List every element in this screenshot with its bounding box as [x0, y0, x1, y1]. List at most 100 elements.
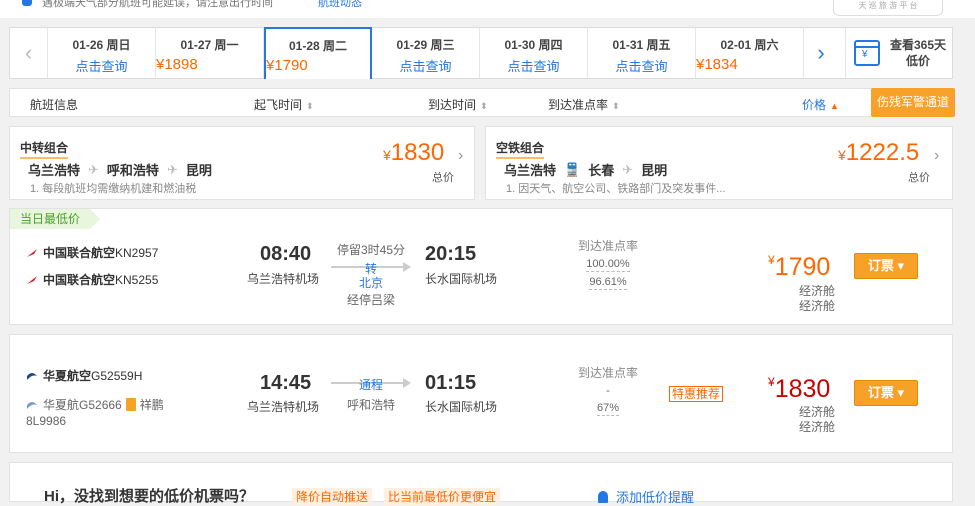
- notice-bar: 遇极端天气部分航班可能延误，请注意出行时间 航班动态 天 巡 旅 游 平 台: [0, 0, 975, 18]
- china-united-logo-icon: [27, 275, 37, 284]
- combo-price: ¥1830: [383, 139, 445, 166]
- combo-note: 1. 每段航班均需缴纳机建和燃油税: [30, 183, 197, 195]
- date-cell[interactable]: 01-26 周日 点击查询: [48, 28, 156, 78]
- date-list: 01-26 周日 点击查询 01-27 周一 ¥1898 01-28 周二 ¥1790 01…: [48, 27, 804, 79]
- on-time-value: -: [606, 385, 610, 397]
- military-channel-button[interactable]: 伤残军警通道: [871, 88, 955, 117]
- partner-logo: 天 巡 旅 游 平 台: [833, 0, 943, 16]
- date-cell[interactable]: 02-01 周六 ¥1834: [696, 28, 804, 78]
- chevron-right-icon: ›: [458, 147, 464, 164]
- date-query-link: 点击查询: [75, 59, 128, 74]
- arrival-time: 20:15: [425, 243, 477, 265]
- date-query-link: 点击查询: [399, 59, 452, 74]
- combo-route: 乌兰浩特 ✈ 呼和浩特 ✈ 昆明: [28, 161, 212, 179]
- prev-dates-button[interactable]: ‹: [10, 28, 48, 78]
- plane-icon: ✈: [622, 161, 634, 177]
- transfer-label: 转: [364, 262, 377, 276]
- route-middle: 通程 呼和浩特: [331, 374, 411, 413]
- arrival-airport: 长水国际机场: [425, 272, 498, 286]
- special-offer-badge: 特惠推荐: [669, 386, 724, 402]
- low-price-calendar-button[interactable]: ¥ 查看365天 低价: [845, 28, 953, 78]
- flight-card: 当日最低价 中国联合航空 KN2957 中国联合航空 KN5255 08:40 乌兰…: [9, 208, 953, 325]
- china-united-logo-icon: [27, 248, 37, 257]
- flight-price: ¥1790: [768, 253, 831, 281]
- date-label: 02-01 周六: [720, 38, 779, 52]
- combo-title: 中转组合: [20, 141, 69, 159]
- transfer-combo-card[interactable]: 中转组合 乌兰浩特 ✈ 呼和浩特 ✈ 昆明 1. 每段航班均需缴纳机建和燃油税 …: [9, 126, 475, 200]
- combo-note: 1. 因天气、航空公司、铁路部门及突发事件...: [506, 183, 726, 195]
- next-dates-button[interactable]: ›: [807, 28, 835, 78]
- combo-total-label: 总价: [908, 172, 930, 184]
- via-stop: 经停吕梁: [346, 293, 395, 307]
- add-price-alert-link[interactable]: 添加低价提醒: [598, 487, 694, 506]
- date-price: ¥1834: [696, 56, 738, 73]
- china-express-logo-icon: [27, 401, 37, 409]
- date-selector: ‹ 01-26 周日 点击查询 01-27 周一 ¥1898 01-28 周二 ¥1790…: [9, 27, 953, 79]
- chevron-right-icon: ›: [934, 147, 940, 164]
- calendar-label-line2: 低价: [906, 54, 931, 68]
- arrival-airport: 长水国际机场: [425, 400, 498, 414]
- sort-price[interactable]: 价格 ▲: [802, 96, 839, 113]
- date-price: ¥1790: [266, 57, 308, 74]
- stopover-duration: 停留3时45分: [336, 243, 406, 257]
- train-icon: 🚆: [564, 161, 581, 177]
- arrival-time: 01:15: [425, 372, 477, 394]
- lowest-price-tag: 当日最低价: [10, 209, 101, 229]
- sort-flight-info: 航班信息: [30, 98, 79, 112]
- air-rail-combo-card[interactable]: 空铁组合 乌兰浩特 🚆 长春 ✈ 昆明 1. 因天气、航空公司、铁路部门及突发事…: [485, 126, 953, 200]
- sort-dep-time[interactable]: 起飞时间 ⬍: [254, 96, 314, 113]
- calendar-label-line1: 查看365天: [890, 38, 947, 52]
- on-time-rate: 到达准点率 100.00% 96.61%: [577, 239, 638, 290]
- banner-tag: 降价自动推送: [292, 488, 373, 505]
- combo-total-label: 总价: [432, 172, 454, 184]
- on-time-value: 67%: [596, 402, 620, 416]
- flight-price: ¥1830: [768, 375, 831, 403]
- departure-airport: 乌兰浩特机场: [247, 272, 320, 286]
- plane-icon: ✈: [166, 161, 178, 177]
- sort-arrows-icon: ⬍: [612, 101, 620, 111]
- on-time-value: 100.00%: [586, 258, 630, 272]
- notice-link[interactable]: 航班动态: [318, 0, 362, 10]
- date-cell[interactable]: 01-31 周五 点击查询: [588, 28, 696, 78]
- notice-text: 遇极端天气部分航班可能延误，请注意出行时间: [42, 0, 273, 9]
- date-cell[interactable]: 01-28 周二 ¥1790: [264, 27, 372, 79]
- flight-card: 华夏航空 G52559H 华夏航 G52666 祥鹏 8L9986 14:45 乌兰…: [9, 334, 953, 453]
- departure-time: 08:40: [260, 243, 312, 265]
- date-label: 01-26 周日: [72, 38, 131, 52]
- sort-on-time[interactable]: 到达准点率 ⬍: [548, 96, 620, 113]
- airline-row[interactable]: 华夏航空 G52559H: [26, 367, 142, 384]
- banner-tag: 比当前最低价更便宜: [384, 488, 501, 505]
- book-button[interactable]: 订票 ▾: [854, 253, 918, 279]
- stop-city: 呼和浩特: [346, 398, 395, 412]
- sort-arr-time[interactable]: 到达时间 ⬍: [428, 96, 488, 113]
- date-query-link: 点击查询: [507, 59, 560, 74]
- price-alert-banner: Hi，没找到想要的低价机票吗？ 降价自动推送 比当前最低价更便宜 添加低价提醒: [9, 462, 953, 505]
- airline-row[interactable]: 华夏航 G52666 祥鹏: [26, 396, 164, 413]
- date-label: 01-27 周一: [180, 38, 239, 52]
- route-middle: 停留3时45分 转 北京 经停吕梁: [331, 241, 411, 308]
- route-arrow: 转: [331, 260, 411, 276]
- banner-question: Hi，没找到想要的低价机票吗？: [44, 488, 255, 505]
- airline-row[interactable]: 中国联合航空 KN2957: [26, 244, 158, 261]
- date-cell[interactable]: 01-27 周一 ¥1898: [156, 28, 264, 78]
- calendar-icon: ¥: [854, 40, 880, 66]
- departure-airport: 乌兰浩特机场: [247, 400, 320, 414]
- date-price: ¥1898: [156, 56, 198, 73]
- lucky-air-logo-icon: [125, 398, 136, 411]
- date-query-link: 点击查询: [615, 59, 668, 74]
- sort-arrows-icon: ⬍: [306, 101, 314, 111]
- on-time-rate: 到达准点率 - 67%: [577, 366, 638, 416]
- date-label: 01-31 周五: [612, 38, 671, 52]
- date-cell[interactable]: 01-30 周四 点击查询: [480, 28, 588, 78]
- date-label: 01-28 周二: [288, 39, 348, 53]
- date-cell[interactable]: 01-29 周三 点击查询: [372, 28, 480, 78]
- through-label: 通程: [358, 378, 383, 392]
- bell-icon: [598, 490, 608, 503]
- china-express-logo-icon: [27, 372, 37, 380]
- book-button[interactable]: 订票 ▾: [854, 380, 918, 406]
- airline-row[interactable]: 中国联合航空 KN5255: [26, 271, 158, 288]
- departure-time: 14:45: [260, 372, 312, 394]
- codeshare-code: 8L9986: [26, 414, 67, 428]
- cabin-class: 经济舱 经济舱: [799, 284, 836, 313]
- on-time-value: 96.61%: [589, 276, 627, 290]
